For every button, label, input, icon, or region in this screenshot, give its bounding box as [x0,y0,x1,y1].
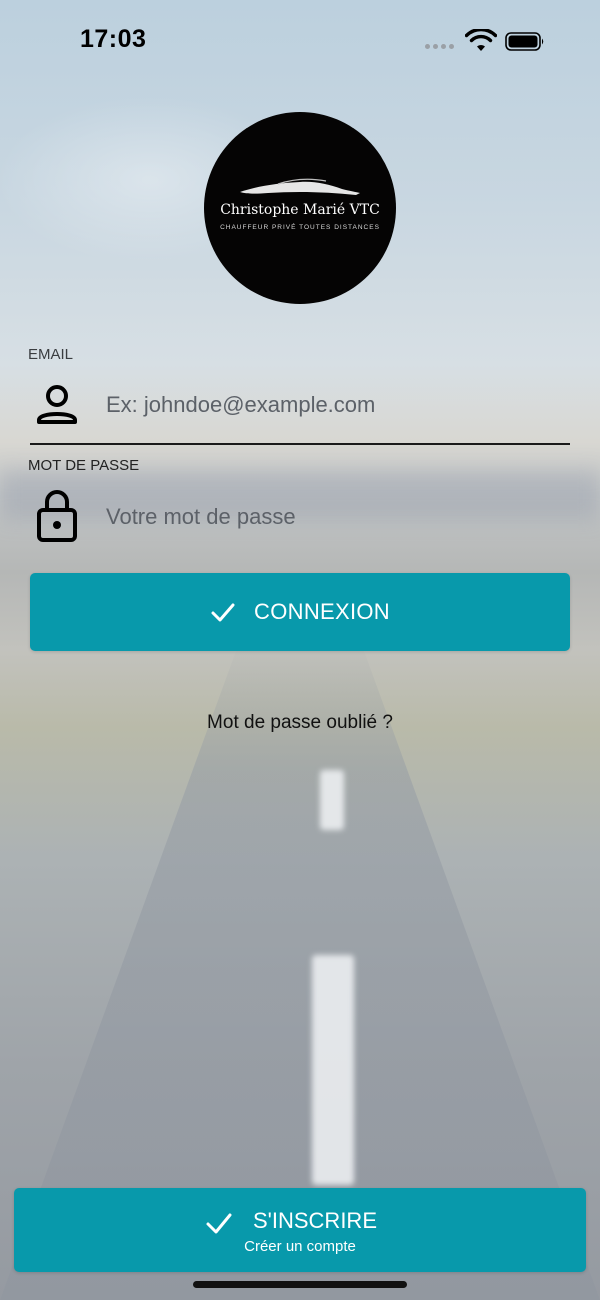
login-button[interactable]: CONNEXION [30,573,570,651]
road-marking [312,955,354,1185]
login-button-label: CONNEXION [254,599,390,624]
signup-button-sublabel: Créer un compte [244,1238,356,1255]
email-field-underline [30,443,570,445]
battery-icon [505,32,544,51]
forgot-password-link[interactable]: Mot de passe oublié ? [0,712,600,734]
signup-button-label: S'INSCRIRE [253,1208,377,1233]
lock-icon [37,490,77,542]
user-icon [37,385,77,424]
email-field[interactable] [106,385,566,425]
car-silhouette-icon [240,178,360,195]
status-time: 17:03 [80,25,147,53]
brand-logo: Christophe Marié VTC CHAUFFEUR PRIVÉ TOU… [204,112,396,304]
check-icon [211,603,235,622]
status-bar: 17:03 [0,0,600,80]
road-marking [320,770,344,830]
home-indicator[interactable] [193,1281,407,1288]
email-label: EMAIL [28,346,74,363]
cellular-signal-icon [425,44,454,49]
brand-tagline: CHAUFFEUR PRIVÉ TOUTES DISTANCES [220,224,380,231]
signup-button[interactable]: S'INSCRIRE Créer un compte [14,1188,586,1272]
wifi-icon [465,29,497,51]
brand-name: Christophe Marié VTC [220,202,380,218]
password-field[interactable] [106,497,566,537]
login-screen: 17:03 Christophe Marié VTC CHAUFFEUR PRI… [0,0,600,1300]
password-label: MOT DE PASSE [28,457,140,474]
